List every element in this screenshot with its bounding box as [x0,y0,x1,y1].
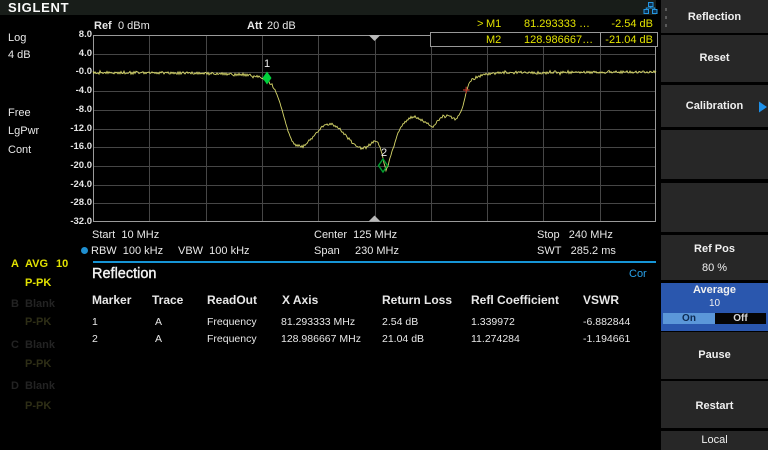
svg-text:1: 1 [264,58,270,70]
svg-text:2: 2 [381,147,387,159]
